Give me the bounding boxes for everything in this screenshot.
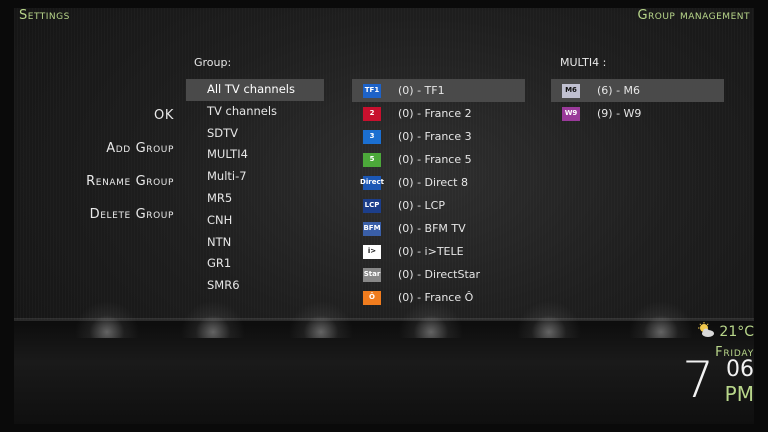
floor-spotlight <box>178 298 248 338</box>
franceo-logo-icon: Ô <box>363 290 381 305</box>
bfmtv-logo-icon: BFM <box>363 221 381 236</box>
floor-spotlight <box>286 298 356 338</box>
channel-label: (0) - i>TELE <box>398 245 464 258</box>
channel-label: (0) - Direct 8 <box>398 176 468 189</box>
channel-label: (0) - France 2 <box>398 107 472 120</box>
channel-label: (0) - TF1 <box>398 84 445 97</box>
group-item[interactable]: TV channels <box>186 101 324 123</box>
group-channel-list: M6 (6) - M6 W9 (9) - W9 <box>551 79 724 125</box>
group-content-label: MULTI4 : <box>560 56 607 69</box>
rename-group-button[interactable]: Rename Group <box>86 173 174 206</box>
channel-item[interactable]: M6 (6) - M6 <box>551 79 724 102</box>
group-list: All TV channels TV channels SDTV MULTI4 … <box>186 79 324 297</box>
clock-minute: 06 <box>726 357 754 382</box>
group-item[interactable]: MULTI4 <box>186 144 324 166</box>
channel-item[interactable]: Star (0) - DirectStar <box>352 263 525 286</box>
france2-logo-icon: 2 <box>363 106 381 121</box>
group-item[interactable]: All TV channels <box>186 79 324 101</box>
ok-button[interactable]: OK <box>86 107 174 140</box>
channel-label: (0) - France 3 <box>398 130 472 143</box>
m6-logo-icon: M6 <box>562 83 580 98</box>
tf1-logo-icon: TF1 <box>363 83 381 98</box>
channel-item[interactable]: 3 (0) - France 3 <box>352 125 525 148</box>
group-item[interactable]: GR1 <box>186 253 324 275</box>
channel-item[interactable]: BFM (0) - BFM TV <box>352 217 525 240</box>
floor-spotlight <box>72 298 142 338</box>
channel-item[interactable]: W9 (9) - W9 <box>551 102 724 125</box>
group-item[interactable]: MR5 <box>186 188 324 210</box>
group-item[interactable]: SMR6 <box>186 275 324 297</box>
channel-label: (0) - France Ô <box>398 291 474 304</box>
channel-label: (0) - France 5 <box>398 153 472 166</box>
channel-label: (6) - M6 <box>597 84 641 97</box>
directstar-logo-icon: Star <box>363 267 381 282</box>
group-item[interactable]: CNH <box>186 210 324 232</box>
clock-ampm: PM <box>724 382 754 406</box>
channel-item[interactable]: Direct (0) - Direct 8 <box>352 171 525 194</box>
floor-spotlight <box>626 298 696 338</box>
channel-item[interactable]: 2 (0) - France 2 <box>352 102 525 125</box>
group-column-label: Group: <box>194 56 232 69</box>
action-menu: OK Add Group Rename Group Delete Group <box>86 107 174 239</box>
direct8-logo-icon: Direct <box>360 175 384 190</box>
channel-label: (9) - W9 <box>597 107 642 120</box>
channel-item[interactable]: i> (0) - i>TELE <box>352 240 525 263</box>
channel-item[interactable]: Ô (0) - France Ô <box>352 286 525 309</box>
channel-item[interactable]: TF1 (0) - TF1 <box>352 79 525 102</box>
channel-label: (0) - BFM TV <box>398 222 466 235</box>
clock: 7 06 PM <box>664 351 754 409</box>
w9-logo-icon: W9 <box>562 106 580 121</box>
page-title: Settings <box>19 8 70 23</box>
itele-logo-icon: i> <box>363 244 381 259</box>
temperature: 21°C <box>719 324 754 340</box>
channel-label: (0) - LCP <box>398 199 445 212</box>
channel-item[interactable]: LCP (0) - LCP <box>352 194 525 217</box>
group-item[interactable]: Multi-7 <box>186 166 324 188</box>
delete-group-button[interactable]: Delete Group <box>86 206 174 239</box>
lcp-logo-icon: LCP <box>363 198 381 213</box>
add-group-button[interactable]: Add Group <box>86 140 174 173</box>
group-item[interactable]: NTN <box>186 232 324 254</box>
channel-list: TF1 (0) - TF1 2 (0) - France 2 3 (0) - France… <box>352 79 525 309</box>
partly-cloudy-icon <box>697 322 715 342</box>
clock-hour: 7 <box>682 351 714 409</box>
channel-item[interactable]: 5 (0) - France 5 <box>352 148 525 171</box>
group-item[interactable]: SDTV <box>186 123 324 145</box>
france5-logo-icon: 5 <box>363 152 381 167</box>
channel-label: (0) - DirectStar <box>398 268 481 281</box>
section-title: Group management <box>637 8 750 23</box>
france3-logo-icon: 3 <box>363 129 381 144</box>
